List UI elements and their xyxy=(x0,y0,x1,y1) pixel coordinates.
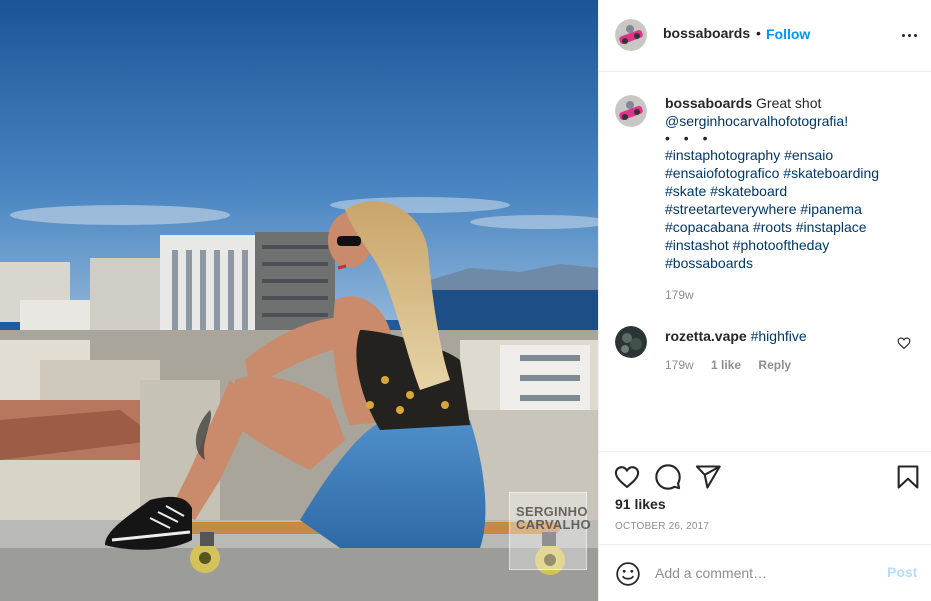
comment-like-heart-icon[interactable] xyxy=(897,336,911,350)
comments-section[interactable]: bossaboards Great shot @serginhocarvalho… xyxy=(599,72,931,452)
author-username[interactable]: bossaboards xyxy=(663,25,750,41)
caption-text: bossaboards Great shot @serginhocarvalho… xyxy=(665,94,915,272)
comment-text: rozetta.vape #highfive xyxy=(665,327,895,345)
share-icon[interactable] xyxy=(694,463,722,491)
comment-meta: 179w 1 like Reply xyxy=(665,358,791,372)
caption-body: Great shot xyxy=(756,95,822,111)
emoji-icon[interactable] xyxy=(615,561,641,587)
comment-likes[interactable]: 1 like xyxy=(711,358,741,372)
likes-count[interactable]: 91 likes xyxy=(615,496,666,512)
post-header: bossaboards • Follow xyxy=(599,0,931,72)
commenter-username[interactable]: rozetta.vape xyxy=(665,328,747,344)
hashtag-line[interactable]: #streetarteverywhere #ipanema xyxy=(665,201,862,217)
hashtag-line[interactable]: #copacabana #roots #instaplace xyxy=(665,219,867,235)
separator-dot: • xyxy=(756,25,761,41)
post-actions: 91 likes OCTOBER 26, 2017 xyxy=(599,451,931,544)
author-avatar[interactable] xyxy=(615,19,647,51)
caption-dots: • • • xyxy=(665,130,713,146)
more-icon[interactable] xyxy=(901,28,919,42)
commenter-avatar[interactable] xyxy=(615,326,647,358)
watermark-text: SERGINHO CARVALHO xyxy=(516,504,591,532)
post-photo[interactable]: SERGINHO CARVALHO xyxy=(0,0,598,601)
comment-icon[interactable] xyxy=(654,463,682,491)
comment-input[interactable] xyxy=(655,561,865,585)
follow-button[interactable]: Follow xyxy=(766,26,810,42)
post-comment-button[interactable]: Post xyxy=(887,564,917,580)
caption-time[interactable]: 179w xyxy=(665,288,694,302)
comment-hashtag[interactable]: #highfive xyxy=(751,328,807,344)
caption-mention[interactable]: @serginhocarvalhofotografia! xyxy=(665,113,848,129)
hashtag-line[interactable]: #instaphotography #ensaio xyxy=(665,147,833,163)
hashtag-line[interactable]: #ensaiofotografico #skateboarding xyxy=(665,165,879,181)
caption-username[interactable]: bossaboards xyxy=(665,95,752,111)
reply-button[interactable]: Reply xyxy=(758,358,791,372)
photographer-watermark: SERGINHO CARVALHO xyxy=(509,492,591,570)
heart-icon[interactable] xyxy=(613,463,641,491)
post-side-panel: bossaboards • Follow bossaboards Great s… xyxy=(598,0,931,601)
hashtag-line[interactable]: #skate #skateboard xyxy=(665,183,787,199)
post-date[interactable]: OCTOBER 26, 2017 xyxy=(615,521,709,532)
hashtag-line[interactable]: #instashot #photooftheday xyxy=(665,237,829,253)
comment-time[interactable]: 179w xyxy=(665,358,694,372)
hashtag-line[interactable]: #bossaboards xyxy=(665,255,753,271)
add-comment-bar: Post xyxy=(599,544,931,601)
caption-avatar[interactable] xyxy=(615,95,647,127)
bookmark-icon[interactable] xyxy=(894,463,922,491)
